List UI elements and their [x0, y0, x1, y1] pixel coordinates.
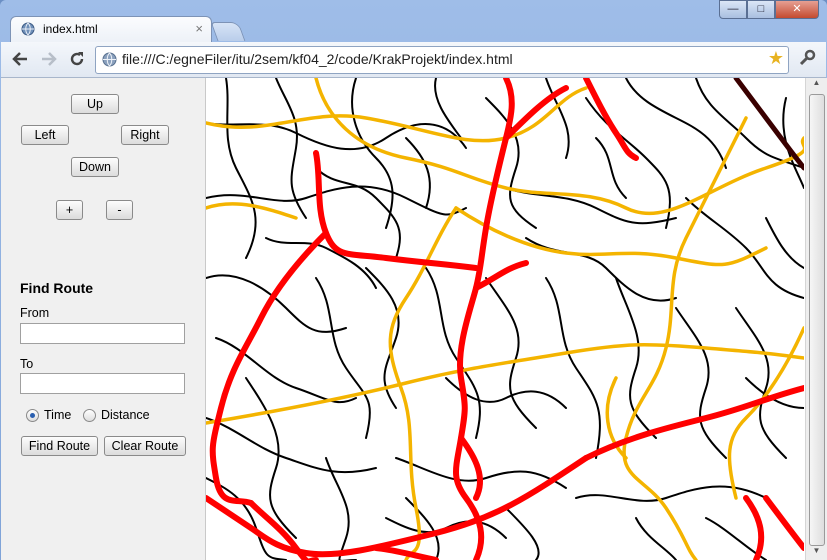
- special-road: [733, 78, 804, 171]
- control-panel: Up Left Right Down + - Find Route From T…: [1, 78, 206, 560]
- distance-radio[interactable]: [83, 409, 96, 422]
- scroll-up-arrow-icon[interactable]: ▲: [806, 78, 827, 92]
- road-map-canvas[interactable]: [206, 78, 804, 560]
- from-input[interactable]: [20, 323, 185, 344]
- bookmark-star-icon[interactable]: ★: [768, 48, 784, 69]
- distance-option-label: Distance: [101, 408, 150, 422]
- scroll-down-arrow-icon[interactable]: ▼: [806, 546, 827, 560]
- maximize-button[interactable]: □: [747, 0, 775, 19]
- window-controls: — □ ✕: [719, 0, 819, 19]
- find-route-button[interactable]: Find Route: [21, 436, 98, 456]
- address-bar[interactable]: file:///C:/egneFiler/itu/2sem/kf04_2/cod…: [95, 46, 789, 74]
- scrollbar-thumb[interactable]: [809, 94, 825, 546]
- find-route-heading: Find Route: [20, 280, 94, 296]
- page-icon: [102, 52, 117, 67]
- pan-up-button[interactable]: Up: [71, 94, 119, 114]
- reload-icon[interactable]: [68, 50, 86, 68]
- to-input[interactable]: [20, 373, 185, 394]
- browser-tab[interactable]: index.html ×: [10, 16, 212, 43]
- tab-close-icon[interactable]: ×: [195, 21, 203, 36]
- zoom-in-button[interactable]: +: [56, 200, 83, 220]
- pan-right-button[interactable]: Right: [121, 125, 169, 145]
- time-option-label: Time: [44, 408, 72, 422]
- minimize-button[interactable]: —: [719, 0, 747, 19]
- road-map[interactable]: [206, 78, 804, 560]
- url-text: file:///C:/egneFiler/itu/2sem/kf04_2/cod…: [122, 51, 513, 67]
- clear-route-button[interactable]: Clear Route: [104, 436, 186, 456]
- forward-arrow-icon[interactable]: [40, 51, 58, 67]
- pan-left-button[interactable]: Left: [21, 125, 69, 145]
- page-content: Up Left Right Down + - Find Route From T…: [1, 78, 827, 560]
- close-window-button[interactable]: ✕: [775, 0, 819, 19]
- vertical-scrollbar[interactable]: ▲ ▼: [805, 78, 827, 560]
- new-tab-button[interactable]: [210, 22, 246, 41]
- pan-down-button[interactable]: Down: [71, 157, 119, 177]
- globe-icon: [21, 22, 35, 36]
- to-label: To: [20, 357, 34, 371]
- browser-toolbar: file:///C:/egneFiler/itu/2sem/kf04_2/cod…: [1, 42, 826, 78]
- from-label: From: [20, 306, 50, 320]
- wrench-icon[interactable]: [798, 49, 816, 67]
- tab-title: index.html: [43, 22, 98, 36]
- back-arrow-icon[interactable]: [11, 51, 29, 67]
- time-radio[interactable]: [26, 409, 39, 422]
- zoom-out-button[interactable]: -: [106, 200, 133, 220]
